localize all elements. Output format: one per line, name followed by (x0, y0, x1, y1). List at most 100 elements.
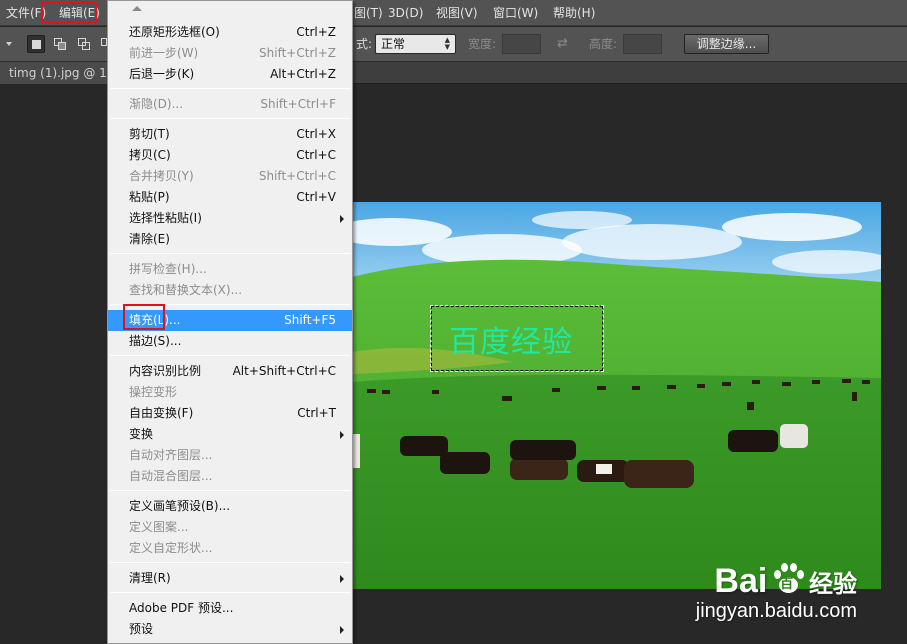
menu-item-label: 后退一步(K) (129, 67, 195, 81)
menu-item-find-replace[interactable]: 查找和替换文本(X)... (108, 280, 352, 301)
menu-item-label: 定义图案... (129, 520, 189, 534)
width-field[interactable] (502, 34, 541, 54)
menu-item-label: 定义画笔预设(B)... (129, 499, 231, 513)
menu-item-puppet-warp[interactable]: 操控变形 (108, 382, 352, 403)
menu-item-copy-merged[interactable]: 合并拷贝(Y) Shift+Ctrl+C (108, 166, 352, 187)
menu-item-label: 描边(S)... (129, 334, 182, 348)
menu-item-paste[interactable]: 粘贴(P) Ctrl+V (108, 187, 352, 208)
menu-view[interactable]: 视图(V) (436, 0, 478, 26)
menu-item-stroke[interactable]: 描边(S)... (108, 331, 352, 352)
tool-preset-dropdown-icon[interactable] (6, 42, 12, 46)
menu-separator (110, 88, 350, 89)
intersect-selection-icon[interactable] (99, 35, 107, 53)
fill-annotation-box (123, 304, 165, 330)
jingyan-text: 经验 (809, 570, 857, 598)
menu-item-shortcut: Ctrl+V (296, 190, 336, 204)
menu-item-step-backward[interactable]: 后退一步(K) Alt+Ctrl+Z (108, 64, 352, 85)
menu-item-shortcut: Shift+Ctrl+C (258, 169, 336, 183)
menu-item-label: 操控变形 (129, 385, 178, 399)
menu-item-shortcut: Ctrl+C (296, 148, 336, 162)
baidu-paw-glyph: 百 (780, 577, 794, 592)
menu-help[interactable]: 帮助(H) (553, 0, 595, 26)
submenu-arrow-icon (340, 575, 344, 583)
menu-item-label: 自动对齐图层... (129, 448, 213, 462)
swap-width-height-icon[interactable]: ⇄ (557, 36, 568, 51)
style-select-value: 正常 (381, 37, 406, 51)
width-label: 宽度: (468, 37, 497, 51)
subtract-from-selection-icon[interactable] (75, 35, 93, 53)
menu-separator (110, 253, 350, 254)
menu-image-partial[interactable]: 图(T) (354, 0, 383, 26)
submenu-arrow-icon (340, 626, 344, 634)
menu-item-label: 粘贴(P) (129, 190, 170, 204)
menu-item-label: 拼写检查(H)... (129, 262, 207, 276)
menu-item-label: 变换 (129, 427, 154, 441)
menu-3d[interactable]: 3D(D) (388, 0, 423, 26)
baidu-paw-icon: 百 (771, 562, 805, 596)
menu-item-copy[interactable]: 拷贝(C) Ctrl+C (108, 145, 352, 166)
menu-item-label: 清理(R) (129, 571, 171, 585)
menu-item-label: 渐隐(D)... (129, 97, 184, 111)
select-arrows-icon: ▲ ▼ (444, 36, 450, 51)
new-selection-icon[interactable] (27, 35, 45, 53)
menu-item-shortcut: Shift+Ctrl+Z (259, 46, 336, 60)
menu-item-label: 清除(E) (129, 232, 170, 246)
menu-item-auto-blend-layers[interactable]: 自动混合图层... (108, 466, 352, 487)
style-select[interactable]: 正常 ▲ ▼ (375, 34, 456, 54)
edit-dropdown-menu: 还原矩形选框(O) Ctrl+Z 前进一步(W) Shift+Ctrl+Z 后退… (107, 0, 353, 644)
menu-item-label: 合并拷贝(Y) (129, 169, 194, 183)
baidu-jingyan-watermark: Bai 百 经验 (714, 562, 857, 601)
menu-item-content-aware-scale[interactable]: 内容识别比例 Alt+Shift+Ctrl+C (108, 361, 352, 382)
menu-item-fade[interactable]: 渐隐(D)... Shift+Ctrl+F (108, 94, 352, 115)
menu-item-label: 自由变换(F) (129, 406, 194, 420)
menu-window[interactable]: 窗口(W) (493, 0, 538, 26)
menu-item-undo-rect-marquee[interactable]: 还原矩形选框(O) Ctrl+Z (108, 22, 352, 43)
menu-item-label: 剪切(T) (129, 127, 170, 141)
menu-item-label: 自动混合图层... (129, 469, 213, 483)
scroll-up-arrow-icon[interactable] (132, 6, 142, 11)
menu-item-adobe-pdf-presets[interactable]: Adobe PDF 预设... (108, 598, 352, 619)
pasture-photo (352, 202, 881, 589)
menu-item-shortcut: Shift+Ctrl+F (260, 97, 336, 111)
submenu-arrow-icon (340, 215, 344, 223)
menu-item-presets[interactable]: 预设 (108, 619, 352, 640)
menu-item-transform[interactable]: 变换 (108, 424, 352, 445)
baidu-logo-text: Bai (714, 562, 768, 600)
menu-item-label: 拷贝(C) (129, 148, 171, 162)
menu-item-label: 定义自定形状... (129, 541, 213, 555)
menu-item-label: Adobe PDF 预设... (129, 601, 234, 615)
menu-item-define-pattern[interactable]: 定义图案... (108, 517, 352, 538)
menu-item-shortcut: Alt+Shift+Ctrl+C (232, 364, 336, 378)
menu-item-label: 查找和替换文本(X)... (129, 283, 243, 297)
menu-item-label: 前进一步(W) (129, 46, 199, 60)
height-field[interactable] (623, 34, 662, 54)
menu-item-free-transform[interactable]: 自由变换(F) Ctrl+T (108, 403, 352, 424)
menu-item-label: 选择性粘贴(I) (129, 211, 202, 225)
height-label: 高度: (589, 37, 618, 51)
style-label: 式: (356, 37, 373, 51)
menu-item-clear[interactable]: 清除(E) (108, 229, 352, 250)
document-canvas[interactable] (352, 202, 881, 589)
menu-item-step-forward[interactable]: 前进一步(W) Shift+Ctrl+Z (108, 43, 352, 64)
baidu-url-text: jingyan.baidu.com (695, 600, 857, 622)
menu-item-label: 预设 (129, 622, 154, 636)
menu-item-shortcut: Shift+F5 (284, 313, 336, 327)
menu-item-purge[interactable]: 清理(R) (108, 568, 352, 589)
menu-item-auto-align-layers[interactable]: 自动对齐图层... (108, 445, 352, 466)
document-tab[interactable]: timg (1).jpg @ 100% (RGB/8#) (0, 62, 115, 84)
menu-item-paste-special[interactable]: 选择性粘贴(I) (108, 208, 352, 229)
menu-separator (110, 118, 350, 119)
edit-menu-annotation-box (41, 2, 97, 24)
refine-edge-button[interactable]: 调整边缘... (684, 34, 769, 54)
menu-item-cut[interactable]: 剪切(T) Ctrl+X (108, 124, 352, 145)
menu-separator (110, 355, 350, 356)
menu-separator (110, 562, 350, 563)
add-to-selection-icon[interactable] (51, 35, 69, 53)
menu-item-define-brush-preset[interactable]: 定义画笔预设(B)... (108, 496, 352, 517)
menu-item-shortcut: Alt+Ctrl+Z (270, 67, 336, 81)
menu-item-define-custom-shape[interactable]: 定义自定形状... (108, 538, 352, 559)
selection-text: 百度经验 (449, 325, 573, 360)
menu-item-label: 内容识别比例 (129, 364, 202, 378)
menu-item-check-spelling[interactable]: 拼写检查(H)... (108, 259, 352, 280)
menu-item-shortcut: Ctrl+T (297, 406, 336, 420)
